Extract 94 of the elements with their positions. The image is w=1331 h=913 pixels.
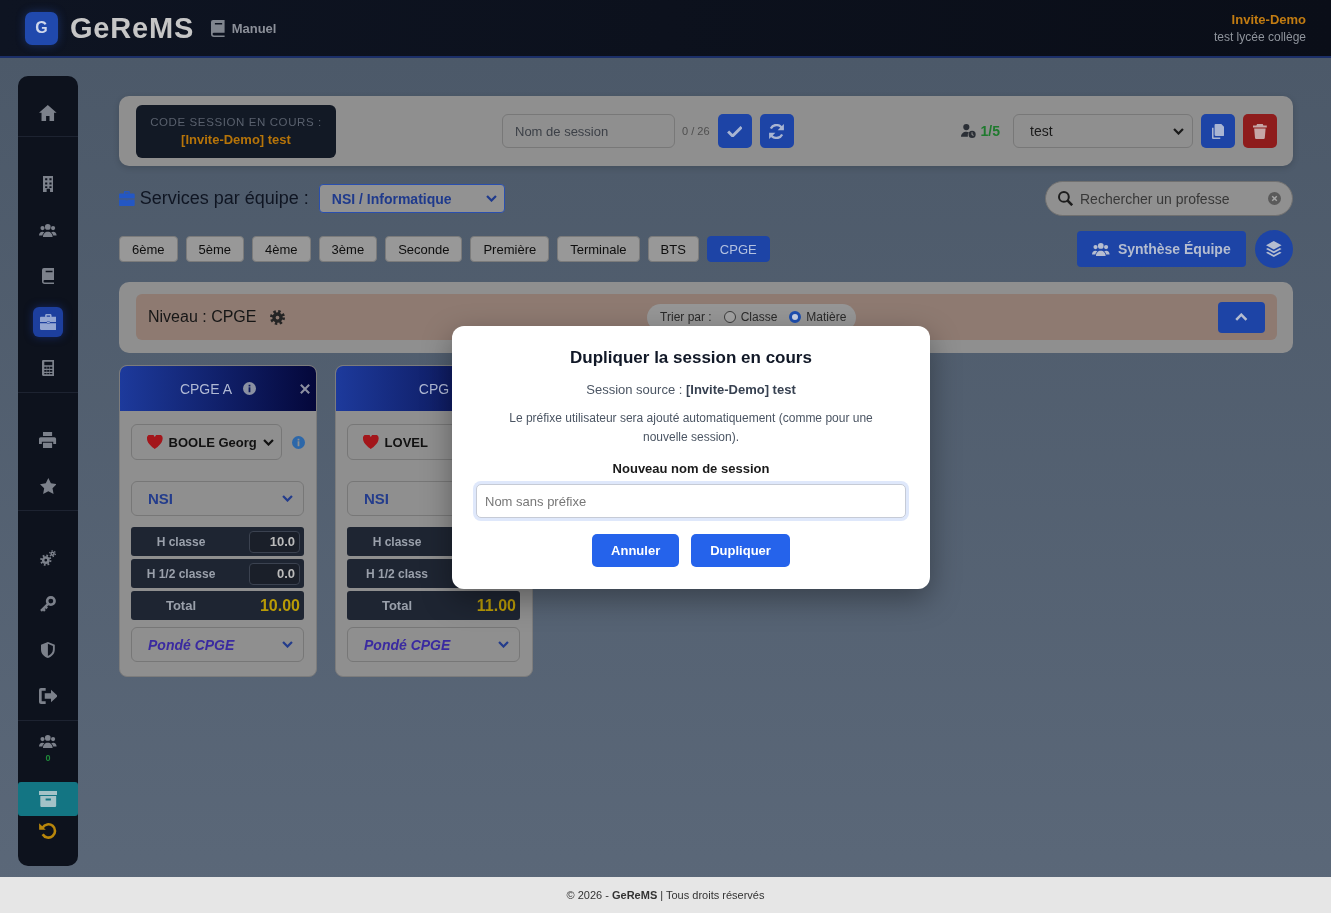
subject-select[interactable]: NSI [131, 481, 304, 516]
user-quota: 1/5 [980, 123, 1000, 139]
row-label: H classe [155, 534, 207, 549]
card-title: CPG [418, 380, 450, 397]
section-title: Services par équipe : [139, 188, 309, 209]
team-select[interactable]: NSI / Informatique [318, 184, 505, 213]
app-logo[interactable]: G [25, 11, 58, 45]
confirm-button[interactable] [717, 114, 752, 148]
home-icon [39, 105, 57, 121]
exit-icon [38, 688, 58, 704]
dialog-note: Le préfixe utilisateur sera ajouté automatiquement (comme pour une nouvelle session). [508, 410, 874, 446]
gears-icon [39, 550, 57, 566]
sync-icon [769, 123, 785, 139]
manual-link[interactable]: Manuel [211, 19, 277, 37]
undo-icon [39, 823, 57, 839]
user-clock-icon [960, 124, 976, 138]
total-value: 10.00 [259, 596, 300, 615]
row-label: Total [380, 598, 414, 613]
level-tab[interactable]: Terminale [557, 236, 640, 262]
close-icon[interactable] [300, 383, 310, 394]
radio-button[interactable] [723, 311, 736, 323]
search-bar[interactable]: Rechercher un professe [1045, 181, 1293, 216]
row-label: H classe [371, 534, 423, 549]
radio-button[interactable] [789, 311, 802, 323]
delete-button[interactable] [1243, 114, 1277, 148]
copy-button[interactable] [1201, 114, 1235, 148]
level-tab[interactable]: CPGE [706, 236, 770, 262]
clear-icon[interactable] [1268, 192, 1281, 205]
sort-label: Trier par : [660, 310, 712, 324]
level-tab[interactable]: 4ème [252, 236, 311, 262]
level-tab[interactable]: Première [470, 236, 550, 262]
session-code-value: [Invite-Demo] test [181, 131, 291, 147]
search-input[interactable]: Rechercher un professe [1080, 188, 1261, 209]
session-select[interactable]: test [1013, 114, 1193, 148]
user-name: Invite-Demo [1231, 12, 1306, 27]
level-tab[interactable]: 5ème [185, 236, 245, 262]
level-tab[interactable]: 3ème [318, 236, 378, 262]
session-code-label: CODE SESSION EN COURS : [150, 115, 322, 128]
session-name-field[interactable]: Nom de session [502, 114, 675, 148]
hours-field[interactable]: 0.0 [249, 562, 300, 585]
shield-icon [41, 642, 55, 658]
card-title: CPGE A [179, 380, 233, 397]
trash-icon [1253, 123, 1267, 139]
collapse-button[interactable] [1218, 301, 1265, 333]
settings-icon[interactable] [270, 309, 286, 325]
copy-icon [1211, 123, 1225, 139]
field-label: Nouveau nom de session [612, 461, 770, 476]
search-icon [1058, 191, 1073, 206]
calculator-icon [41, 360, 55, 376]
team-summary-button[interactable]: Synthèse Équipe [1077, 231, 1246, 267]
book-icon [41, 268, 55, 284]
copyright-text: © 2026 - GeReMS | Tous droits réservés [566, 889, 765, 901]
check-icon [726, 125, 743, 137]
dialog-title: Dupliquer la session en cours [570, 348, 812, 368]
dialog-button[interactable]: Annuler [592, 534, 680, 567]
school-name: test lycée collège [1213, 30, 1306, 44]
layers-icon [1266, 241, 1282, 257]
hours-field[interactable]: 10.0 [249, 530, 300, 553]
briefcase-icon [119, 191, 135, 206]
chevron-down-icon [1173, 127, 1184, 135]
layers-button[interactable] [1255, 230, 1293, 268]
refresh-button[interactable] [759, 114, 794, 148]
weighting-select[interactable]: Pondé CPGE [347, 627, 520, 662]
sidebar-item[interactable] [33, 307, 63, 337]
chevron-down-icon [485, 195, 497, 202]
user-count: 0 [45, 753, 51, 763]
option-label: Classe [740, 310, 778, 324]
book-icon [211, 19, 225, 37]
level-title: Niveau : CPGE [148, 308, 257, 326]
source-text: Session source : [Invite-Demo] test [586, 382, 796, 397]
teacher-select[interactable]: BOOLE Georg [131, 424, 282, 460]
building-icon [42, 176, 54, 192]
level-tab[interactable]: Seconde [385, 236, 463, 262]
row-label: H 1/2 class [364, 566, 429, 581]
users-icon [39, 734, 57, 748]
star-icon [39, 478, 57, 494]
dialog-button[interactable]: Dupliquer [691, 534, 790, 567]
new-name-field[interactable]: Nom sans préfixe [476, 484, 906, 518]
key-icon [40, 596, 56, 612]
level-tab[interactable]: BTS [647, 236, 699, 262]
info-icon[interactable] [243, 382, 257, 395]
briefcase-icon [39, 314, 57, 330]
chevron-up-icon [1235, 313, 1248, 321]
row-label: H 1/2 classe [145, 566, 217, 581]
users-icon [1092, 242, 1110, 256]
total-value: 11.00 [476, 596, 516, 615]
box-icon [38, 791, 58, 807]
option-label: Matière [806, 310, 847, 324]
users-icon [39, 223, 57, 237]
row-label: Total [164, 598, 198, 613]
level-tab[interactable]: 6ème [119, 236, 178, 262]
printer-icon [39, 432, 57, 448]
weighting-select[interactable]: Pondé CPGE [131, 627, 304, 662]
app-name: GeReMS [70, 11, 195, 45]
